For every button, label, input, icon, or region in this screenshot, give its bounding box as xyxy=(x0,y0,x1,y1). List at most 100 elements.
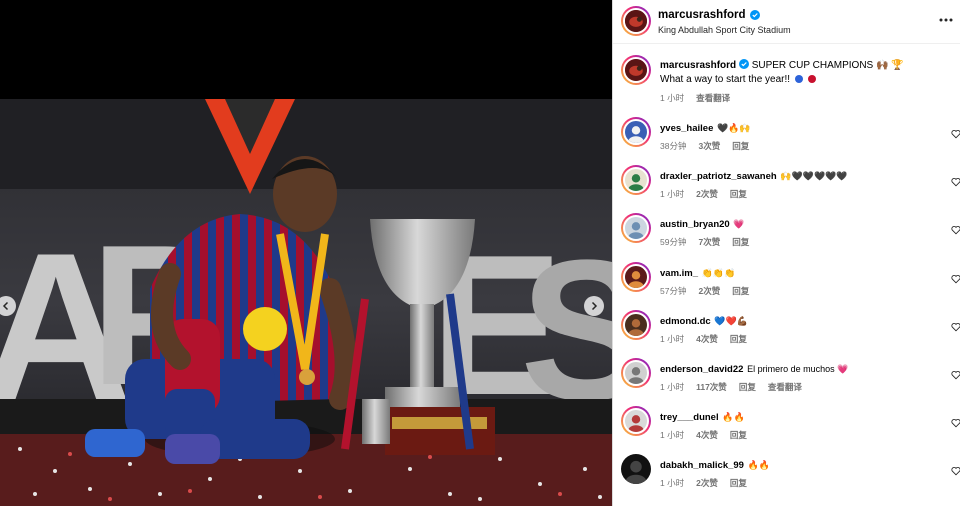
reply-button[interactable]: 回复 xyxy=(730,429,747,441)
reply-button[interactable]: 回复 xyxy=(732,236,749,248)
heart-outline-icon xyxy=(951,275,960,284)
reply-button[interactable]: 回复 xyxy=(730,188,747,200)
comment-text-line: edmond.dc 💙❤️💪🏾 xyxy=(660,316,748,327)
reply-button[interactable]: 回复 xyxy=(739,381,756,393)
commenter-avatar[interactable] xyxy=(621,262,651,292)
post-photo: A P E S xyxy=(0,99,612,506)
comment-likes[interactable]: 2次赞 xyxy=(696,477,718,489)
carousel-next-button[interactable] xyxy=(584,296,604,316)
like-comment-button[interactable] xyxy=(951,463,960,476)
translate-button[interactable]: 查看翻译 xyxy=(768,381,802,393)
heart-outline-icon xyxy=(951,419,960,428)
like-comment-button[interactable] xyxy=(951,174,960,187)
commenter-avatar[interactable] xyxy=(621,213,651,243)
comment-time: 1 小时 xyxy=(660,334,685,344)
caption-username[interactable]: marcusrashford xyxy=(660,60,736,71)
comment-time: 1 小时 xyxy=(660,478,685,488)
heart-outline-icon xyxy=(951,130,960,139)
comment-item: enderson_david22 El primero de muchos 💗 … xyxy=(613,358,960,406)
comment-likes[interactable]: 4次赞 xyxy=(696,333,718,345)
comment-meta: 1 小时 117次赞 回复 查看翻译 xyxy=(660,381,802,393)
commenter-username[interactable]: edmond.dc xyxy=(660,316,711,327)
more-options-icon xyxy=(939,18,953,22)
translate-button[interactable]: 查看翻译 xyxy=(696,92,730,104)
comment-item: vam.im_ 👏👏👏 57分钟 2次赞 回复 xyxy=(613,262,960,310)
commenter-avatar[interactable] xyxy=(621,165,651,195)
like-comment-button[interactable] xyxy=(951,271,960,284)
commenter-username[interactable]: vam.im_ xyxy=(660,268,698,279)
commenter-username[interactable]: trey___dunel xyxy=(660,412,719,423)
commenter-avatar[interactable] xyxy=(621,117,651,147)
comment-text: 💗 xyxy=(733,219,745,229)
comment-meta: 1 小时 4次赞 回复 xyxy=(660,333,747,345)
chevron-left-icon xyxy=(2,301,9,311)
reply-button[interactable]: 回复 xyxy=(732,140,749,152)
commenter-username[interactable]: dabakh_malick_99 xyxy=(660,460,744,471)
comment-likes[interactable]: 3次赞 xyxy=(698,140,720,152)
heart-outline-icon xyxy=(951,323,960,332)
more-options-button[interactable] xyxy=(937,12,955,28)
author-avatar[interactable] xyxy=(621,6,651,36)
comment-time: 1 小时 xyxy=(660,382,685,392)
like-comment-button[interactable] xyxy=(951,319,960,332)
comment-time: 38分钟 xyxy=(660,141,687,151)
comment-likes[interactable]: 4次赞 xyxy=(696,429,718,441)
comment-text: 🙌🖤🖤🖤🖤🖤 xyxy=(780,171,848,181)
commenter-avatar[interactable] xyxy=(621,358,651,388)
comment-text: 🔥🔥 xyxy=(722,412,745,422)
comment-text: El primero de muchos 💗 xyxy=(747,364,849,374)
comment-likes[interactable]: 2次赞 xyxy=(698,285,720,297)
commenter-avatar[interactable] xyxy=(621,406,651,436)
comment-text-line: dabakh_malick_99 🔥🔥 xyxy=(660,460,770,471)
post-media: A P E S xyxy=(0,0,612,506)
comment-text-line: enderson_david22 El primero de muchos 💗 xyxy=(660,364,848,375)
comment-item: dabakh_malick_99 🔥🔥 1 小时 2次赞 回复 xyxy=(613,454,960,502)
caption-line-1: marcusrashford SUPER CUP CHAMPIONS 🙌🏾 🏆 xyxy=(660,59,904,71)
post-header: marcusrashford King Abdullah Sport City … xyxy=(613,0,960,44)
reply-button[interactable]: 回复 xyxy=(730,477,747,489)
comment-text-line: yves_hailee 🖤🔥🙌 xyxy=(660,123,751,134)
reply-button[interactable]: 回复 xyxy=(730,333,747,345)
comment-text: 👏👏👏 xyxy=(701,268,736,278)
comment-item: yves_hailee 🖤🔥🙌 38分钟 3次赞 回复 xyxy=(613,117,960,165)
commenter-avatar[interactable] xyxy=(621,310,651,340)
comment-time: 59分钟 xyxy=(660,237,687,247)
commenter-avatar[interactable] xyxy=(621,454,651,484)
heart-outline-icon xyxy=(951,178,960,187)
like-comment-button[interactable] xyxy=(951,222,960,235)
comment-likes[interactable]: 2次赞 xyxy=(696,188,718,200)
chevron-right-icon xyxy=(591,301,598,311)
author-username-link[interactable]: marcusrashford xyxy=(658,9,760,21)
comment-text-line: austin_bryan20 💗 xyxy=(660,219,745,230)
commenter-username[interactable]: draxler_patriotz_sawaneh xyxy=(660,171,777,182)
commenter-username[interactable]: yves_hailee xyxy=(660,123,713,134)
comment-likes[interactable]: 7次赞 xyxy=(698,236,720,248)
comment-text: 🔥🔥 xyxy=(747,460,771,470)
comment-meta: 1 小时 2次赞 回复 xyxy=(660,188,747,200)
post-side-panel: marcusrashford King Abdullah Sport City … xyxy=(612,0,960,506)
reply-button[interactable]: 回复 xyxy=(732,285,749,297)
commenter-username[interactable]: enderson_david22 xyxy=(660,364,743,375)
post-location[interactable]: King Abdullah Sport City Stadium xyxy=(658,25,791,35)
like-comment-button[interactable] xyxy=(951,367,960,380)
author-avatar[interactable] xyxy=(621,55,651,85)
comment-item: draxler_patriotz_sawaneh 🙌🖤🖤🖤🖤🖤 1 小时 2次赞… xyxy=(613,165,960,213)
caption-time: 1 小时 xyxy=(660,93,685,103)
blue-circle-emoji xyxy=(794,75,803,83)
comment-text-line: vam.im_ 👏👏👏 xyxy=(660,268,735,279)
like-comment-button[interactable] xyxy=(951,126,960,139)
comment-text-line: trey___dunel 🔥🔥 xyxy=(660,412,745,423)
comment-item: austin_bryan20 💗 59分钟 7次赞 回复 xyxy=(613,213,960,261)
comment-time: 1 小时 xyxy=(660,430,685,440)
comment-text-line: draxler_patriotz_sawaneh 🙌🖤🖤🖤🖤🖤 xyxy=(660,171,848,182)
comment-item: edmond.dc 💙❤️💪🏾 1 小时 4次赞 回复 xyxy=(613,310,960,358)
verified-badge-icon xyxy=(738,59,749,69)
like-comment-button[interactable] xyxy=(951,415,960,428)
comment-text: 🖤🔥🙌 xyxy=(717,123,751,133)
comment-meta: 57分钟 2次赞 回复 xyxy=(660,285,749,297)
comment-likes[interactable]: 117次赞 xyxy=(696,381,727,393)
verified-badge-icon xyxy=(749,10,760,20)
commenter-username[interactable]: austin_bryan20 xyxy=(660,219,730,230)
comment-meta: 1 小时 4次赞 回复 xyxy=(660,429,747,441)
comment-time: 1 小时 xyxy=(660,189,685,199)
